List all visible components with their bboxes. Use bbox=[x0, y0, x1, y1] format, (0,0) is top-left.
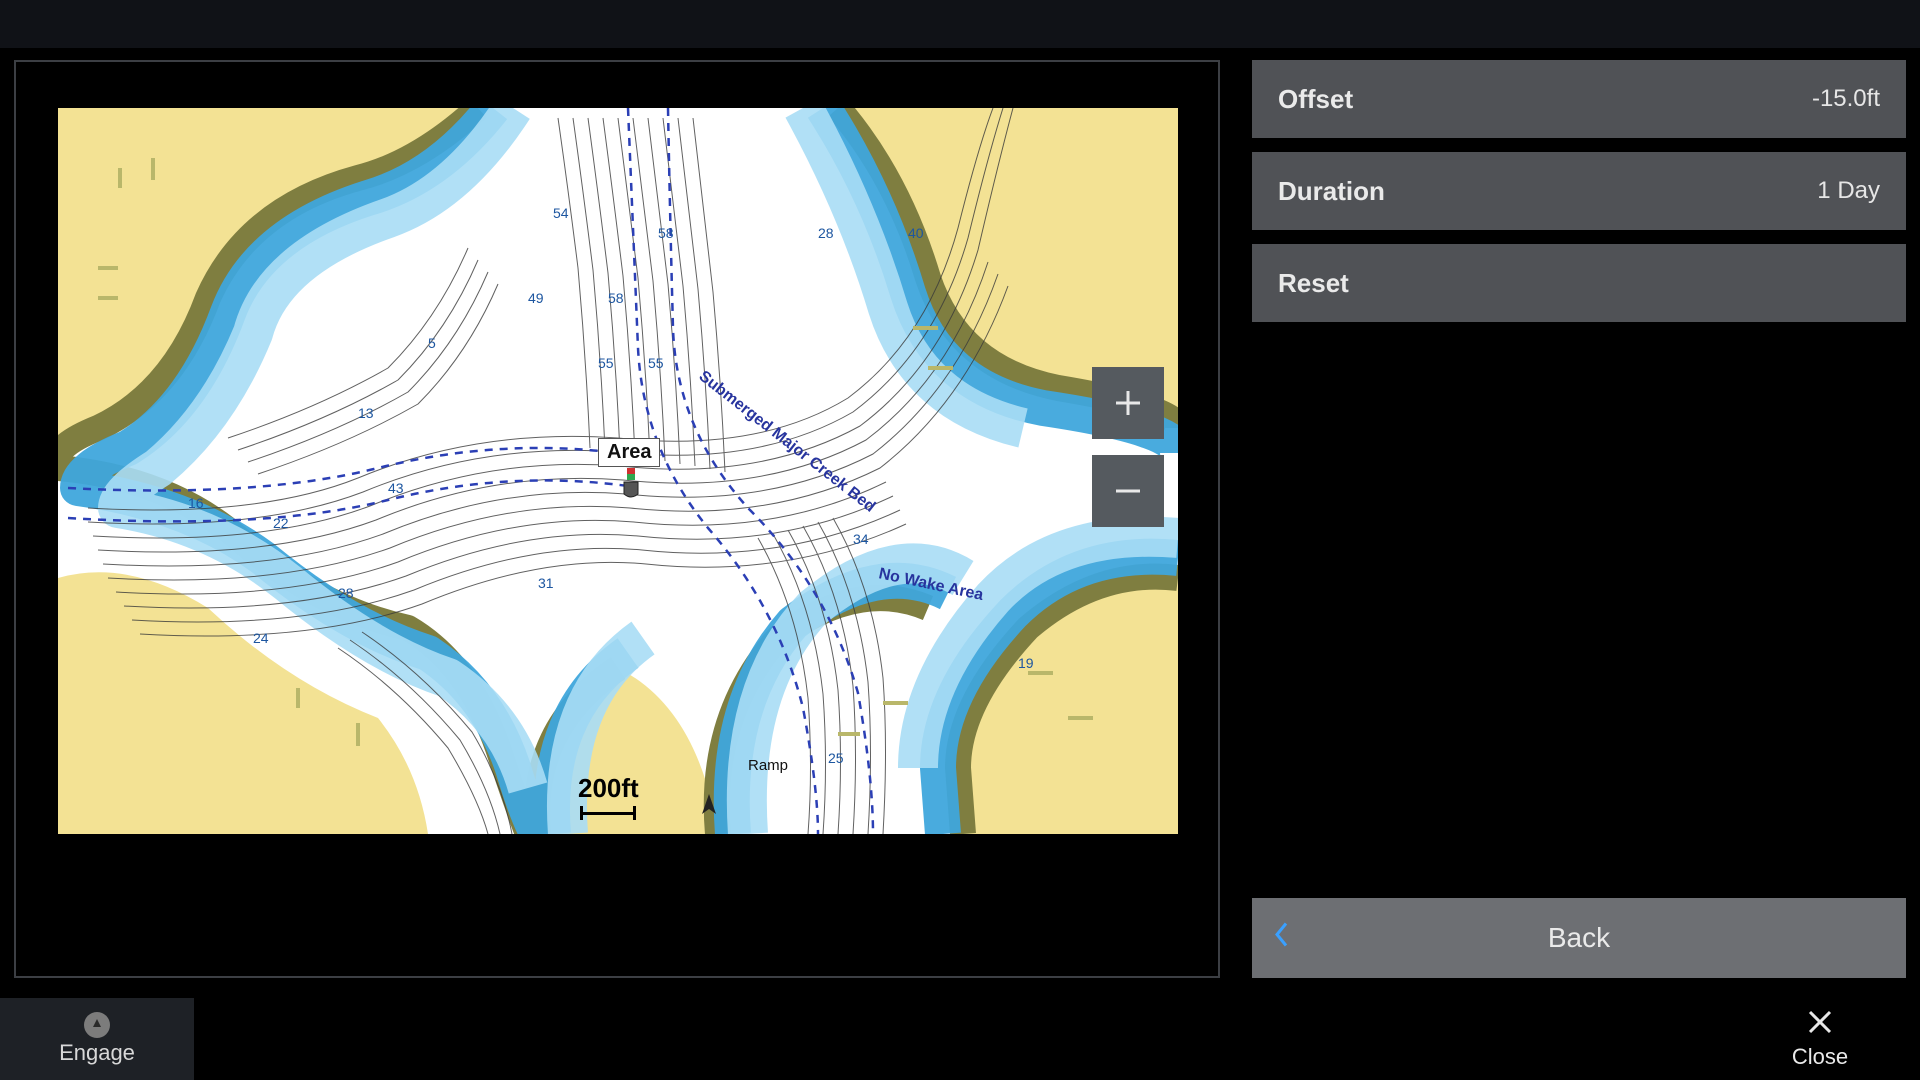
svg-text:16: 16 bbox=[188, 495, 204, 511]
offset-label: Offset bbox=[1278, 84, 1353, 115]
back-button[interactable]: Back bbox=[1252, 898, 1906, 978]
svg-text:43: 43 bbox=[388, 480, 404, 496]
north-arrow-icon bbox=[698, 792, 720, 822]
chevron-left-icon bbox=[1272, 920, 1292, 957]
boat-icon bbox=[620, 468, 642, 498]
svg-text:55: 55 bbox=[598, 355, 614, 371]
duration-row[interactable]: Duration 1 Day bbox=[1252, 152, 1906, 230]
svg-text:19: 19 bbox=[1018, 655, 1034, 671]
svg-text:58: 58 bbox=[658, 225, 674, 241]
svg-text:25: 25 bbox=[828, 750, 844, 766]
offset-value: -15.0ft bbox=[1812, 85, 1880, 113]
zoom-out-button[interactable] bbox=[1092, 455, 1164, 527]
chart-frame: Submerged Major Creek Bed No Wake Area R… bbox=[14, 60, 1220, 978]
reset-label: Reset bbox=[1278, 268, 1349, 299]
scale-label: 200ft bbox=[578, 773, 639, 804]
svg-text:13: 13 bbox=[358, 405, 374, 421]
engage-icon bbox=[84, 1012, 110, 1038]
bottom-bar: Engage Close bbox=[0, 998, 1920, 1080]
svg-text:28: 28 bbox=[818, 225, 834, 241]
close-icon bbox=[1806, 1008, 1834, 1042]
close-button[interactable]: Close bbox=[1720, 998, 1920, 1080]
svg-text:40: 40 bbox=[908, 225, 924, 241]
duration-label: Duration bbox=[1278, 176, 1385, 207]
svg-text:49: 49 bbox=[528, 290, 544, 306]
area-marker-label: Area bbox=[598, 438, 660, 467]
svg-text:31: 31 bbox=[538, 575, 554, 591]
zoom-in-button[interactable] bbox=[1092, 367, 1164, 439]
svg-text:54: 54 bbox=[553, 205, 569, 221]
ramp-label: Ramp bbox=[748, 757, 788, 774]
back-label: Back bbox=[1548, 922, 1610, 954]
duration-value: 1 Day bbox=[1817, 177, 1880, 205]
scale-indicator: 200ft bbox=[578, 773, 639, 820]
settings-panel: Offset -15.0ft Duration 1 Day Reset Back bbox=[1252, 60, 1906, 978]
svg-text:24: 24 bbox=[253, 630, 269, 646]
svg-text:58: 58 bbox=[608, 290, 624, 306]
svg-text:22: 22 bbox=[273, 515, 289, 531]
engage-button[interactable]: Engage bbox=[0, 998, 194, 1080]
title-bar bbox=[0, 0, 1920, 48]
offset-row[interactable]: Offset -15.0ft bbox=[1252, 60, 1906, 138]
engage-label: Engage bbox=[59, 1040, 135, 1066]
svg-text:34: 34 bbox=[853, 531, 869, 547]
close-label: Close bbox=[1792, 1044, 1848, 1070]
creek-bed-label: Submerged Major Creek Bed bbox=[696, 368, 879, 516]
svg-text:55: 55 bbox=[648, 355, 664, 371]
reset-row[interactable]: Reset bbox=[1252, 244, 1906, 322]
chart-canvas[interactable]: Submerged Major Creek Bed No Wake Area R… bbox=[58, 108, 1178, 834]
svg-text:28: 28 bbox=[338, 585, 354, 601]
svg-text:5: 5 bbox=[428, 335, 436, 351]
